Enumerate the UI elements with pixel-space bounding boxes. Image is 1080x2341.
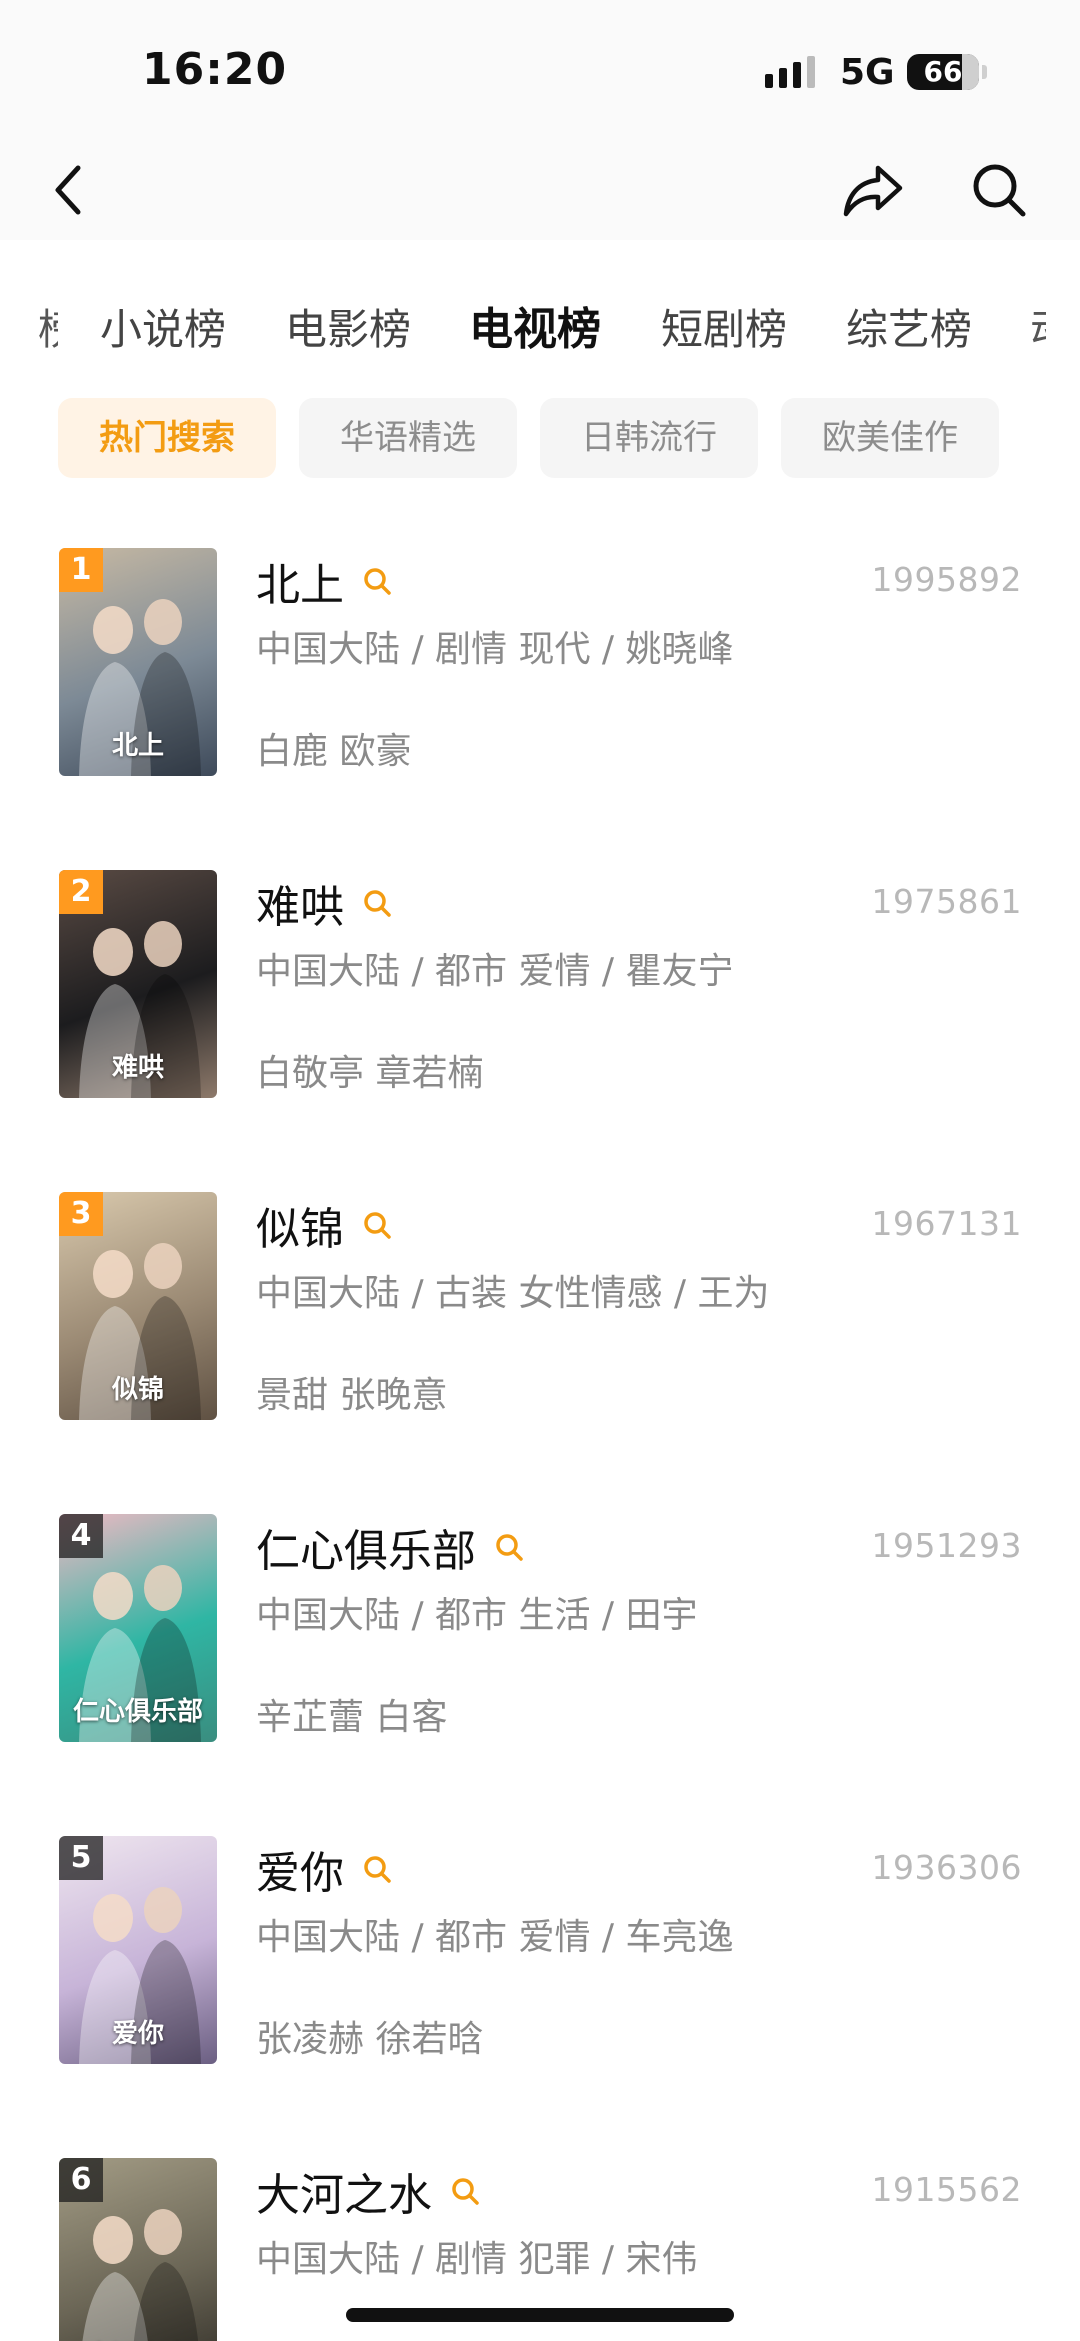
poster-title: 大河之水 [59, 2335, 217, 2341]
search-button[interactable] [964, 150, 1034, 230]
tab-tv[interactable]: 电视榜 [469, 290, 601, 370]
show-cast: 辛芷蕾 白客 [256, 1697, 448, 1738]
tab-novel[interactable]: 小说榜 [100, 290, 226, 370]
rank-badge: 2 [59, 870, 103, 914]
poster-title: 难哄 [111, 1053, 164, 1083]
show-meta: 中国大陆 / 都市 生活 / 田宇 [256, 1595, 698, 1636]
title-row: 难哄 [256, 871, 392, 935]
poster-title: 仁心俱乐部 [72, 1697, 203, 1727]
poster-image[interactable]: 5 爱你 [59, 1836, 217, 2064]
list-item[interactable]: 1 北上 北上 1995892 中国大陆 / 剧情 现代 / 姚晓峰 白鹿 欧豪 [0, 548, 1080, 776]
rank-badge: 5 [59, 1836, 103, 1880]
category-tabs: 榜 小说榜 电影榜 电视榜 短剧榜 综艺榜 动 [0, 290, 1080, 370]
poster-title: 爱你 [111, 2019, 164, 2049]
poster-image[interactable]: 6 大河之水 [59, 2158, 217, 2341]
battery-cap [982, 65, 987, 79]
poster-title: 北上 [111, 731, 164, 761]
show-meta: 中国大陆 / 剧情 犯罪 / 宋伟 [256, 2239, 698, 2280]
poster-image[interactable]: 1 北上 [59, 548, 217, 776]
poster-title: 似锦 [111, 1375, 164, 1405]
rank-badge: 1 [59, 548, 103, 592]
chip-chinese-picks[interactable]: 华语精选 [299, 398, 517, 478]
nav-bar [0, 140, 1080, 240]
heat-score: 1915562 [871, 2170, 1022, 2209]
list-item[interactable]: 5 爱你 爱你 1936306 中国大陆 / 都市 爱情 / 车亮逸 张凌赫 徐若晗 [0, 1836, 1080, 2064]
title-row: 似锦 [256, 1193, 392, 1257]
share-button[interactable] [838, 150, 908, 230]
search-icon[interactable] [362, 1854, 392, 1884]
list-item[interactable]: 3 似锦 似锦 1967131 中国大陆 / 古装 女性情感 / 王为 景甜 张晚意 [0, 1192, 1080, 1420]
signal-icon [765, 56, 815, 88]
show-meta: 中国大陆 / 都市 爱情 / 车亮逸 [256, 1917, 734, 1958]
show-title[interactable]: 爱你 [256, 1837, 344, 1901]
search-icon[interactable] [494, 1532, 524, 1562]
status-bar: 16:20 5G 66 [0, 0, 1080, 140]
share-arrow-icon [843, 165, 903, 217]
show-title[interactable]: 大河之水 [256, 2159, 432, 2223]
show-title[interactable]: 似锦 [256, 1193, 344, 1257]
poster-image[interactable]: 3 似锦 [59, 1192, 217, 1420]
show-cast: 张凌赫 徐若晗 [256, 2019, 484, 2060]
title-row: 大河之水 [256, 2159, 480, 2223]
title-row: 仁心俱乐部 [256, 1515, 524, 1579]
show-title[interactable]: 仁心俱乐部 [256, 1515, 476, 1579]
heat-score: 1951293 [871, 1526, 1022, 1565]
list-item[interactable]: 4 仁心俱乐部 仁心俱乐部 1951293 中国大陆 / 都市 生活 / 田宇 辛芷蕾 白… [0, 1514, 1080, 1742]
show-meta: 中国大陆 / 都市 爱情 / 瞿友宁 [256, 951, 734, 992]
search-icon[interactable] [450, 2176, 480, 2206]
tab-partial-left[interactable]: 榜 [38, 290, 58, 370]
heat-score: 1975861 [871, 882, 1022, 921]
back-button[interactable] [40, 150, 100, 230]
show-cast: 白敬亭 章若楠 [256, 1053, 484, 1094]
chip-western[interactable]: 欧美佳作 [781, 398, 999, 478]
status-time: 16:20 [142, 44, 288, 95]
battery-level: 66 [923, 55, 963, 88]
filter-chips: 热门搜索 华语精选 日韩流行 欧美佳作 [0, 398, 1080, 478]
title-row: 爱你 [256, 1837, 392, 1901]
poster-image[interactable]: 4 仁心俱乐部 [59, 1514, 217, 1742]
search-icon[interactable] [362, 1210, 392, 1240]
chevron-left-icon [55, 165, 81, 215]
tab-movie[interactable]: 电影榜 [285, 290, 411, 370]
show-title[interactable]: 难哄 [256, 871, 344, 935]
page: 16:20 5G 66 榜 小 [0, 0, 1080, 2341]
show-title[interactable]: 北上 [256, 549, 344, 613]
tab-variety[interactable]: 综艺榜 [846, 290, 972, 370]
search-icon[interactable] [362, 566, 392, 596]
show-cast: 白鹿 欧豪 [256, 731, 412, 772]
chip-japan-korea[interactable]: 日韩流行 [540, 398, 758, 478]
poster-image[interactable]: 2 难哄 [59, 870, 217, 1098]
list-item[interactable]: 2 难哄 难哄 1975861 中国大陆 / 都市 爱情 / 瞿友宁 白敬亭 章若楠 [0, 870, 1080, 1098]
rank-badge: 6 [59, 2158, 103, 2202]
home-indicator[interactable] [346, 2308, 734, 2322]
tab-partial-right[interactable]: 动 [1030, 290, 1046, 370]
heat-score: 1967131 [871, 1204, 1022, 1243]
battery-icon: 66 [907, 54, 979, 90]
search-icon[interactable] [362, 888, 392, 918]
rank-badge: 4 [59, 1514, 103, 1558]
show-meta: 中国大陆 / 剧情 现代 / 姚晓峰 [256, 629, 734, 670]
heat-score: 1995892 [871, 560, 1022, 599]
chip-hot-search[interactable]: 热门搜索 [58, 398, 276, 478]
tab-short-drama[interactable]: 短剧榜 [661, 290, 787, 370]
rank-badge: 3 [59, 1192, 103, 1236]
heat-score: 1936306 [871, 1848, 1022, 1887]
network-type: 5G [840, 52, 895, 93]
title-row: 北上 [256, 549, 392, 613]
show-meta: 中国大陆 / 古装 女性情感 / 王为 [256, 1273, 770, 1314]
show-cast: 景甜 张晚意 [256, 1375, 448, 1416]
search-icon [973, 164, 1026, 217]
